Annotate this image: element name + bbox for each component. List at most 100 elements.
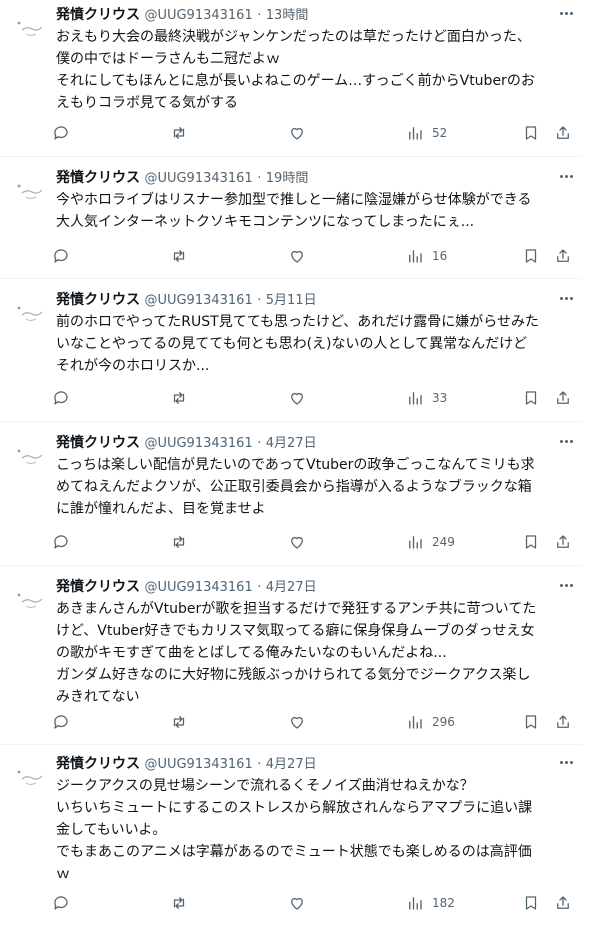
tweet[interactable]: 発憤クリウス @UUG91343161 · 4月27日 こっちは楽しい配信が見た… xyxy=(0,428,582,562)
bookmark-button[interactable] xyxy=(522,387,540,409)
retweet-button[interactable] xyxy=(170,245,188,267)
views-count: 296 xyxy=(432,715,455,729)
views-button[interactable]: 296 xyxy=(406,711,455,733)
like-button[interactable] xyxy=(288,531,306,553)
like-button[interactable] xyxy=(288,387,306,409)
views-button[interactable]: 33 xyxy=(406,387,447,409)
avatar[interactable] xyxy=(12,759,46,793)
tweet-text-line: それにしてもほんとに息が長いよねこのゲーム…すっごく前からVtuberのお xyxy=(56,73,535,89)
views-button[interactable]: 52 xyxy=(406,122,447,144)
tweet-text-line: の歌がキモすぎて曲をとばしてる俺みたいなのもいんだよね... xyxy=(56,645,447,661)
more-dots-icon[interactable] xyxy=(554,432,578,450)
avatar[interactable] xyxy=(12,582,46,616)
display-name[interactable]: 発憤クリウス xyxy=(56,756,140,772)
tweet-text-line: 前のホロでやってたRUST見てても思ったけど、あれだけ露骨に嫌がらせみた xyxy=(56,314,540,330)
bookmark-button[interactable] xyxy=(522,531,540,553)
views-icon xyxy=(409,392,422,405)
display-name[interactable]: 発憤クリウス xyxy=(56,7,140,23)
bookmark-button[interactable] xyxy=(522,892,540,914)
tweet-text-line: えもりコラボ見てる気がする xyxy=(56,95,238,111)
reply-button[interactable] xyxy=(52,531,70,553)
share-button[interactable] xyxy=(554,387,572,409)
more-dots-icon[interactable] xyxy=(554,167,578,185)
tweet[interactable]: 発憤クリウス @UUG91343161 · 19時間 今やホロライブはリスナー参… xyxy=(0,163,582,275)
retweet-button[interactable] xyxy=(170,711,188,733)
reply-button[interactable] xyxy=(52,892,70,914)
views-button[interactable]: 16 xyxy=(406,245,447,267)
like-button[interactable] xyxy=(288,711,306,733)
reply-button[interactable] xyxy=(52,711,70,733)
tweet-text-line: いちいちミュートにするこのストレスから解放されんならアマプラに追い課 xyxy=(56,800,533,816)
views-button[interactable]: 182 xyxy=(406,892,455,914)
timestamp[interactable]: 4月27日 xyxy=(266,580,317,595)
user-handle[interactable]: @UUG91343161 xyxy=(144,8,252,23)
action-bar: 16 xyxy=(50,245,582,267)
avatar[interactable] xyxy=(12,438,46,472)
retweet-button[interactable] xyxy=(170,122,188,144)
avatar[interactable] xyxy=(12,10,46,44)
divider xyxy=(0,565,582,566)
views-icon xyxy=(409,536,422,549)
tweet-text: あきまんさんがVtuberが歌を担当するだけで発狂するアンチ共に苛ついてた けど… xyxy=(56,598,568,708)
share-button[interactable] xyxy=(554,245,572,267)
like-icon xyxy=(291,392,303,405)
bookmark-icon xyxy=(525,715,537,729)
display-name[interactable]: 発憤クリウス xyxy=(56,170,140,186)
reply-button[interactable] xyxy=(52,122,70,144)
reply-button[interactable] xyxy=(52,245,70,267)
tweet-text-line: おえもり大会の最終決戦がジャンケンだったのは草だったけど面白かった、 xyxy=(56,29,531,45)
tweet-text-line: ｗ xyxy=(56,866,70,882)
user-handle[interactable]: @UUG91343161 xyxy=(144,436,252,451)
reply-icon xyxy=(54,249,68,263)
like-icon xyxy=(291,127,303,140)
display-name[interactable]: 発憤クリウス xyxy=(56,579,140,595)
share-icon xyxy=(557,535,569,548)
user-handle[interactable]: @UUG91343161 xyxy=(144,171,252,186)
views-button[interactable]: 249 xyxy=(406,531,455,553)
share-button[interactable] xyxy=(554,892,572,914)
like-button[interactable] xyxy=(288,892,306,914)
bookmark-button[interactable] xyxy=(522,245,540,267)
share-button[interactable] xyxy=(554,711,572,733)
retweet-icon xyxy=(173,127,185,139)
user-handle[interactable]: @UUG91343161 xyxy=(144,757,252,772)
tweet[interactable]: 発憤クリウス @UUG91343161 · 4月27日 ジークアクスの見せ場シー… xyxy=(0,749,582,929)
share-button[interactable] xyxy=(554,122,572,144)
retweet-button[interactable] xyxy=(170,531,188,553)
action-bar: 249 xyxy=(50,531,582,553)
views-count: 249 xyxy=(432,535,455,549)
like-button[interactable] xyxy=(288,122,306,144)
views-count: 33 xyxy=(432,391,448,405)
timestamp[interactable]: 13時間 xyxy=(266,8,309,23)
more-dots-icon[interactable] xyxy=(554,576,578,594)
like-button[interactable] xyxy=(288,245,306,267)
tweet-text-line: 今やホロライブはリスナー参加型で推しと一緒に陰湿嫌がらせ体験ができる xyxy=(56,192,532,208)
action-bar: 182 xyxy=(50,892,582,914)
more-dots-icon[interactable] xyxy=(554,289,578,307)
user-handle[interactable]: @UUG91343161 xyxy=(144,580,252,595)
avatar[interactable] xyxy=(12,295,46,329)
bookmark-button[interactable] xyxy=(522,711,540,733)
reply-icon xyxy=(54,715,68,729)
divider xyxy=(0,744,582,745)
bookmark-button[interactable] xyxy=(522,122,540,144)
tweet[interactable]: 発憤クリウス @UUG91343161 · 13時間 おえもり大会の最終決戦がジ… xyxy=(0,0,582,154)
tweet[interactable]: 発憤クリウス @UUG91343161 · 4月27日 あきまんさんがVtube… xyxy=(0,572,582,748)
timestamp[interactable]: 4月27日 xyxy=(266,436,317,451)
timestamp[interactable]: 19時間 xyxy=(266,171,309,186)
tweet-text-line: ジークアクスの見せ場シーンで流れるくそノイズ曲消せねえかな？ xyxy=(56,778,474,794)
timestamp[interactable]: 4月27日 xyxy=(266,757,317,772)
more-dots-icon[interactable] xyxy=(554,4,578,22)
timestamp[interactable]: 5月11日 xyxy=(266,293,317,308)
display-name[interactable]: 発憤クリウス xyxy=(56,292,140,308)
share-button[interactable] xyxy=(554,531,572,553)
user-handle[interactable]: @UUG91343161 xyxy=(144,293,252,308)
display-name[interactable]: 発憤クリウス xyxy=(56,435,140,451)
reply-button[interactable] xyxy=(52,387,70,409)
avatar[interactable] xyxy=(12,173,46,207)
tweet-header: 発憤クリウス @UUG91343161 · 19時間 xyxy=(56,169,582,188)
tweet[interactable]: 発憤クリウス @UUG91343161 · 5月11日 前のホロでやってたRUS… xyxy=(0,285,582,417)
retweet-button[interactable] xyxy=(170,892,188,914)
retweet-button[interactable] xyxy=(170,387,188,409)
more-dots-icon[interactable] xyxy=(554,753,578,771)
